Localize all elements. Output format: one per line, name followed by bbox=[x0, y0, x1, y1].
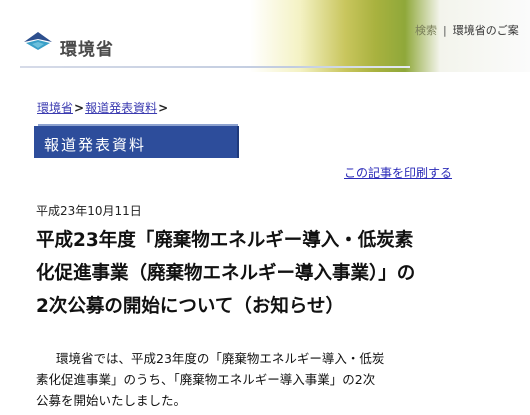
article-title: 平成23年度「廃棄物エネルギー導入・低炭素 化促進事業（廃棄物エネルギー導入事業… bbox=[36, 224, 506, 323]
link-separator: | bbox=[443, 24, 447, 37]
article-date: 平成23年10月11日 bbox=[36, 204, 142, 218]
article-title-line: 平成23年度「廃棄物エネルギー導入・低炭素 bbox=[36, 230, 414, 251]
breadcrumb-press-link[interactable]: 報道発表資料 bbox=[85, 101, 157, 115]
search-link[interactable]: 検索 bbox=[415, 24, 437, 37]
breadcrumb-home-link[interactable]: 環境省 bbox=[37, 101, 73, 115]
article-title-line: 2次公募の開始について（お知らせ） bbox=[36, 296, 344, 317]
header-links: 検索 | 環境省のご案 bbox=[415, 22, 530, 38]
header-margin bbox=[0, 0, 24, 72]
ministry-logo-icon[interactable] bbox=[22, 30, 54, 52]
breadcrumb: 環境省>報道発表資料> bbox=[37, 99, 169, 116]
section-title: 報道発表資料 bbox=[44, 136, 147, 154]
article-body: 環境省では、平成23年度の「廃棄物エネルギー導入・低炭 素化促進事業」のうち、「… bbox=[36, 348, 496, 411]
article-title-line: 化促進事業（廃棄物エネルギー導入事業）」の bbox=[36, 263, 416, 284]
article-body-line: 素化促進事業」のうち、「廃棄物エネルギー導入事業」の2次 bbox=[36, 372, 376, 387]
article-body-line: 公募を開始いたしました。 bbox=[36, 393, 187, 408]
breadcrumb-separator: > bbox=[158, 101, 169, 115]
print-article-link[interactable]: この記事を印刷する bbox=[344, 164, 452, 181]
site-guide-link[interactable]: 環境省のご案 bbox=[453, 24, 519, 37]
article-body-line: 環境省では、平成23年度の「廃棄物エネルギー導入・低炭 bbox=[56, 351, 385, 366]
site-logo-text[interactable]: 環境省 bbox=[60, 35, 114, 60]
header-divider bbox=[20, 66, 410, 68]
breadcrumb-separator: > bbox=[74, 101, 85, 115]
